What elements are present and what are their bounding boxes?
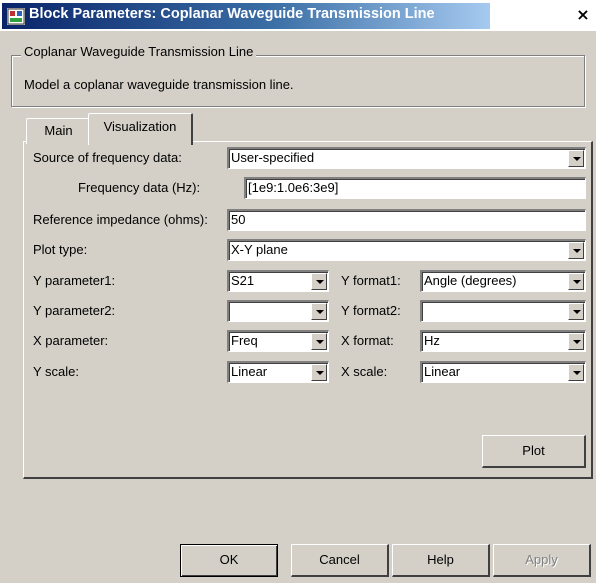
tab-visualization[interactable]: Visualization [88, 113, 193, 145]
source-frequency-dropdown[interactable]: User-specified [227, 147, 586, 169]
block-description: Model a coplanar waveguide transmission … [24, 77, 294, 92]
x-scale-dropdown[interactable]: Linear [420, 361, 586, 383]
x-format-dropdown[interactable]: Hz [420, 330, 586, 352]
y-scale-label: Y scale: [33, 364, 80, 379]
reference-impedance-label: Reference impedance (ohms): [33, 212, 208, 227]
y-format1-dropdown[interactable]: Angle (degrees) [420, 270, 586, 292]
chevron-down-icon[interactable] [568, 303, 584, 320]
frequency-data-label: Frequency data (Hz): [78, 180, 201, 195]
y-parameter2-label: Y parameter2: [33, 303, 116, 318]
x-parameter-dropdown[interactable]: Freq [227, 330, 329, 352]
tab-main[interactable]: Main [26, 118, 92, 144]
plot-type-label: Plot type: [33, 242, 88, 257]
ok-button[interactable]: OK [180, 544, 278, 577]
y-parameter1-label: Y parameter1: [33, 273, 116, 288]
y-parameter2-dropdown[interactable] [227, 300, 329, 322]
block-parameters-dialog: Block Parameters: Coplanar Waveguide Tra… [0, 0, 596, 583]
chevron-down-icon[interactable] [568, 364, 584, 381]
y-scale-dropdown[interactable]: Linear [227, 361, 329, 383]
reference-impedance-value: 50 [231, 212, 246, 227]
apply-button[interactable]: Apply [493, 544, 591, 577]
x-scale-value: Linear [424, 364, 461, 379]
chevron-down-icon[interactable] [568, 242, 584, 259]
x-parameter-value: Freq [231, 333, 258, 348]
chevron-down-icon[interactable] [311, 273, 327, 290]
y-scale-value: Linear [231, 364, 268, 379]
y-parameter1-dropdown[interactable]: S21 [227, 270, 329, 292]
simulink-block-icon [7, 8, 25, 25]
x-parameter-label: X parameter: [33, 333, 109, 348]
y-parameter1-value: S21 [231, 273, 255, 288]
y-format2-dropdown[interactable] [420, 300, 586, 322]
plot-type-dropdown[interactable]: X-Y plane [227, 239, 586, 261]
x-format-label: X format: [341, 333, 394, 348]
tab-panel-visualization: Source of frequency data: User-specified… [23, 141, 593, 479]
x-format-value: Hz [424, 333, 440, 348]
chevron-down-icon[interactable] [311, 303, 327, 320]
y-format1-label: Y format1: [341, 273, 401, 288]
group-legend: Coplanar Waveguide Transmission Line [21, 44, 257, 59]
y-format1-value: Angle (degrees) [424, 273, 517, 288]
source-frequency-label: Source of frequency data: [33, 150, 182, 165]
x-scale-label: X scale: [341, 364, 388, 379]
title-bar[interactable]: Block Parameters: Coplanar Waveguide Tra… [0, 0, 596, 31]
close-icon[interactable]: × [574, 6, 592, 24]
window-title: Block Parameters: Coplanar Waveguide Tra… [29, 6, 435, 22]
help-button[interactable]: Help [392, 544, 490, 577]
chevron-down-icon[interactable] [568, 333, 584, 350]
cancel-button[interactable]: Cancel [291, 544, 389, 577]
y-format2-label: Y format2: [341, 303, 401, 318]
chevron-down-icon[interactable] [311, 364, 327, 381]
source-frequency-value: User-specified [231, 150, 315, 165]
chevron-down-icon[interactable] [568, 273, 584, 290]
chevron-down-icon[interactable] [311, 333, 327, 350]
frequency-data-input[interactable]: [1e9:1.0e6:3e9] [244, 177, 586, 199]
chevron-down-icon[interactable] [568, 150, 584, 167]
plot-button[interactable]: Plot [482, 435, 586, 468]
reference-impedance-input[interactable]: 50 [227, 209, 586, 231]
frequency-data-value: [1e9:1.0e6:3e9] [248, 180, 339, 195]
plot-type-value: X-Y plane [231, 242, 288, 257]
